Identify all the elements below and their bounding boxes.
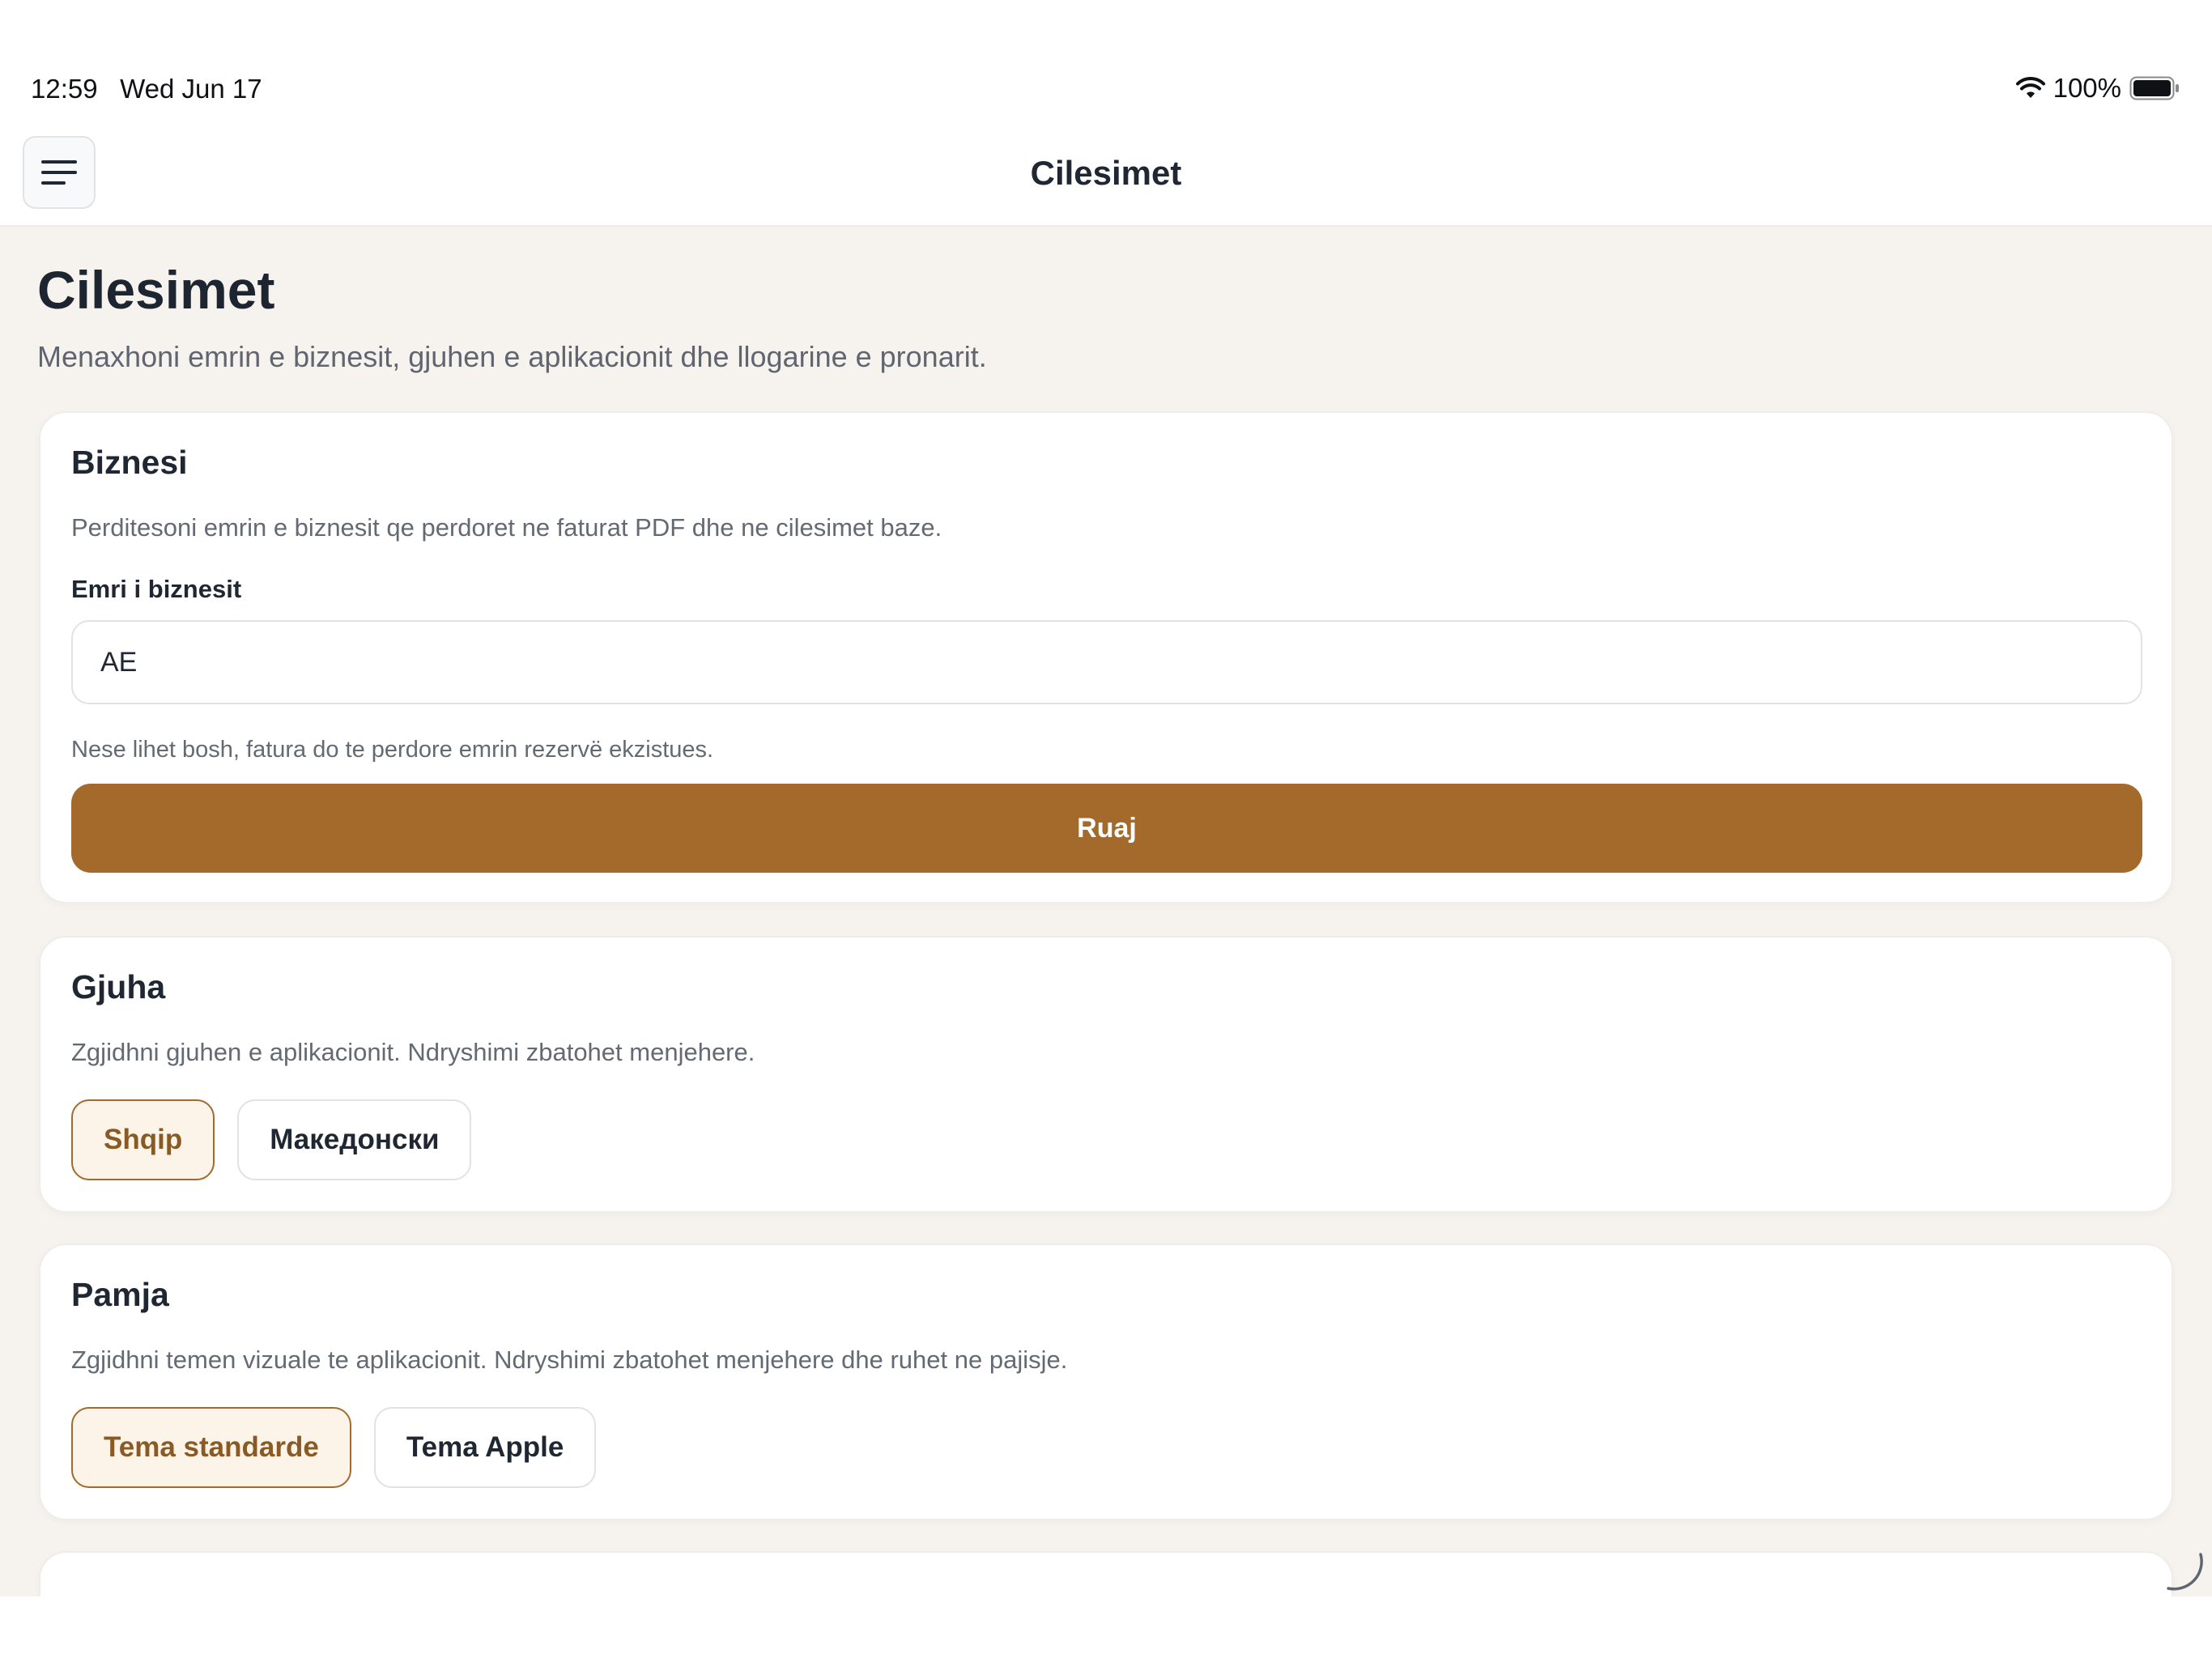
business-name-label: Emri i biznesit	[71, 575, 242, 603]
top-bar-title: Cilesimet	[1030, 154, 1182, 192]
language-options: Shqip Македонски	[71, 1099, 472, 1180]
language-option-makedonski[interactable]: Македонски	[237, 1099, 472, 1180]
status-date: Wed Jun 17	[120, 74, 262, 104]
status-indicators: 100%	[2015, 73, 2180, 104]
business-name-hint: Nese lihet bosh, fatura do te perdore em…	[71, 737, 714, 763]
account-card-partial	[39, 1551, 2173, 1596]
business-name-input[interactable]	[71, 620, 2142, 704]
language-card-title: Gjuha	[71, 968, 166, 1005]
page-subtitle: Menaxhoni emrin e biznesit, gjuhen e apl…	[37, 340, 987, 373]
language-option-shqip[interactable]: Shqip	[71, 1099, 215, 1180]
appearance-card: Pamja Zgjidhni temen vizuale te aplikaci…	[39, 1244, 2173, 1520]
status-clock: 12:59	[31, 74, 98, 104]
theme-option-apple[interactable]: Tema Apple	[373, 1407, 597, 1488]
save-button[interactable]: Ruaj	[71, 784, 2142, 873]
battery-percent: 100%	[2052, 73, 2121, 103]
appearance-card-description: Zgjidhni temen vizuale te aplikacionit. …	[71, 1346, 1068, 1374]
business-card-description: Perditesoni emrin e biznesit qe perdoret…	[71, 513, 942, 542]
status-time: 12:59 Wed Jun 17	[31, 74, 262, 104]
language-card-description: Zgjidhni gjuhen e aplikacionit. Ndryshim…	[71, 1038, 755, 1066]
business-card: Biznesi Perditesoni emrin e biznesit qe …	[39, 411, 2173, 903]
spinner-icon	[2167, 1553, 2203, 1591]
wifi-icon	[2015, 77, 2045, 98]
status-bar: 12:59 Wed Jun 17 100%	[0, 0, 2212, 130]
language-card: Gjuha Zgjidhni gjuhen e aplikacionit. Nd…	[39, 936, 2173, 1213]
business-card-title: Biznesi	[71, 444, 188, 481]
theme-options: Tema standarde Tema Apple	[71, 1407, 597, 1488]
battery-icon	[2129, 76, 2179, 100]
settings-content[interactable]: Cilesimet Menaxhoni emrin e biznesit, gj…	[0, 227, 2212, 1596]
theme-option-standard[interactable]: Tema standarde	[71, 1407, 351, 1488]
page-title: Cilesimet	[37, 260, 275, 320]
top-navigation-bar: Cilesimet	[0, 130, 2212, 227]
appearance-card-title: Pamja	[71, 1276, 169, 1313]
